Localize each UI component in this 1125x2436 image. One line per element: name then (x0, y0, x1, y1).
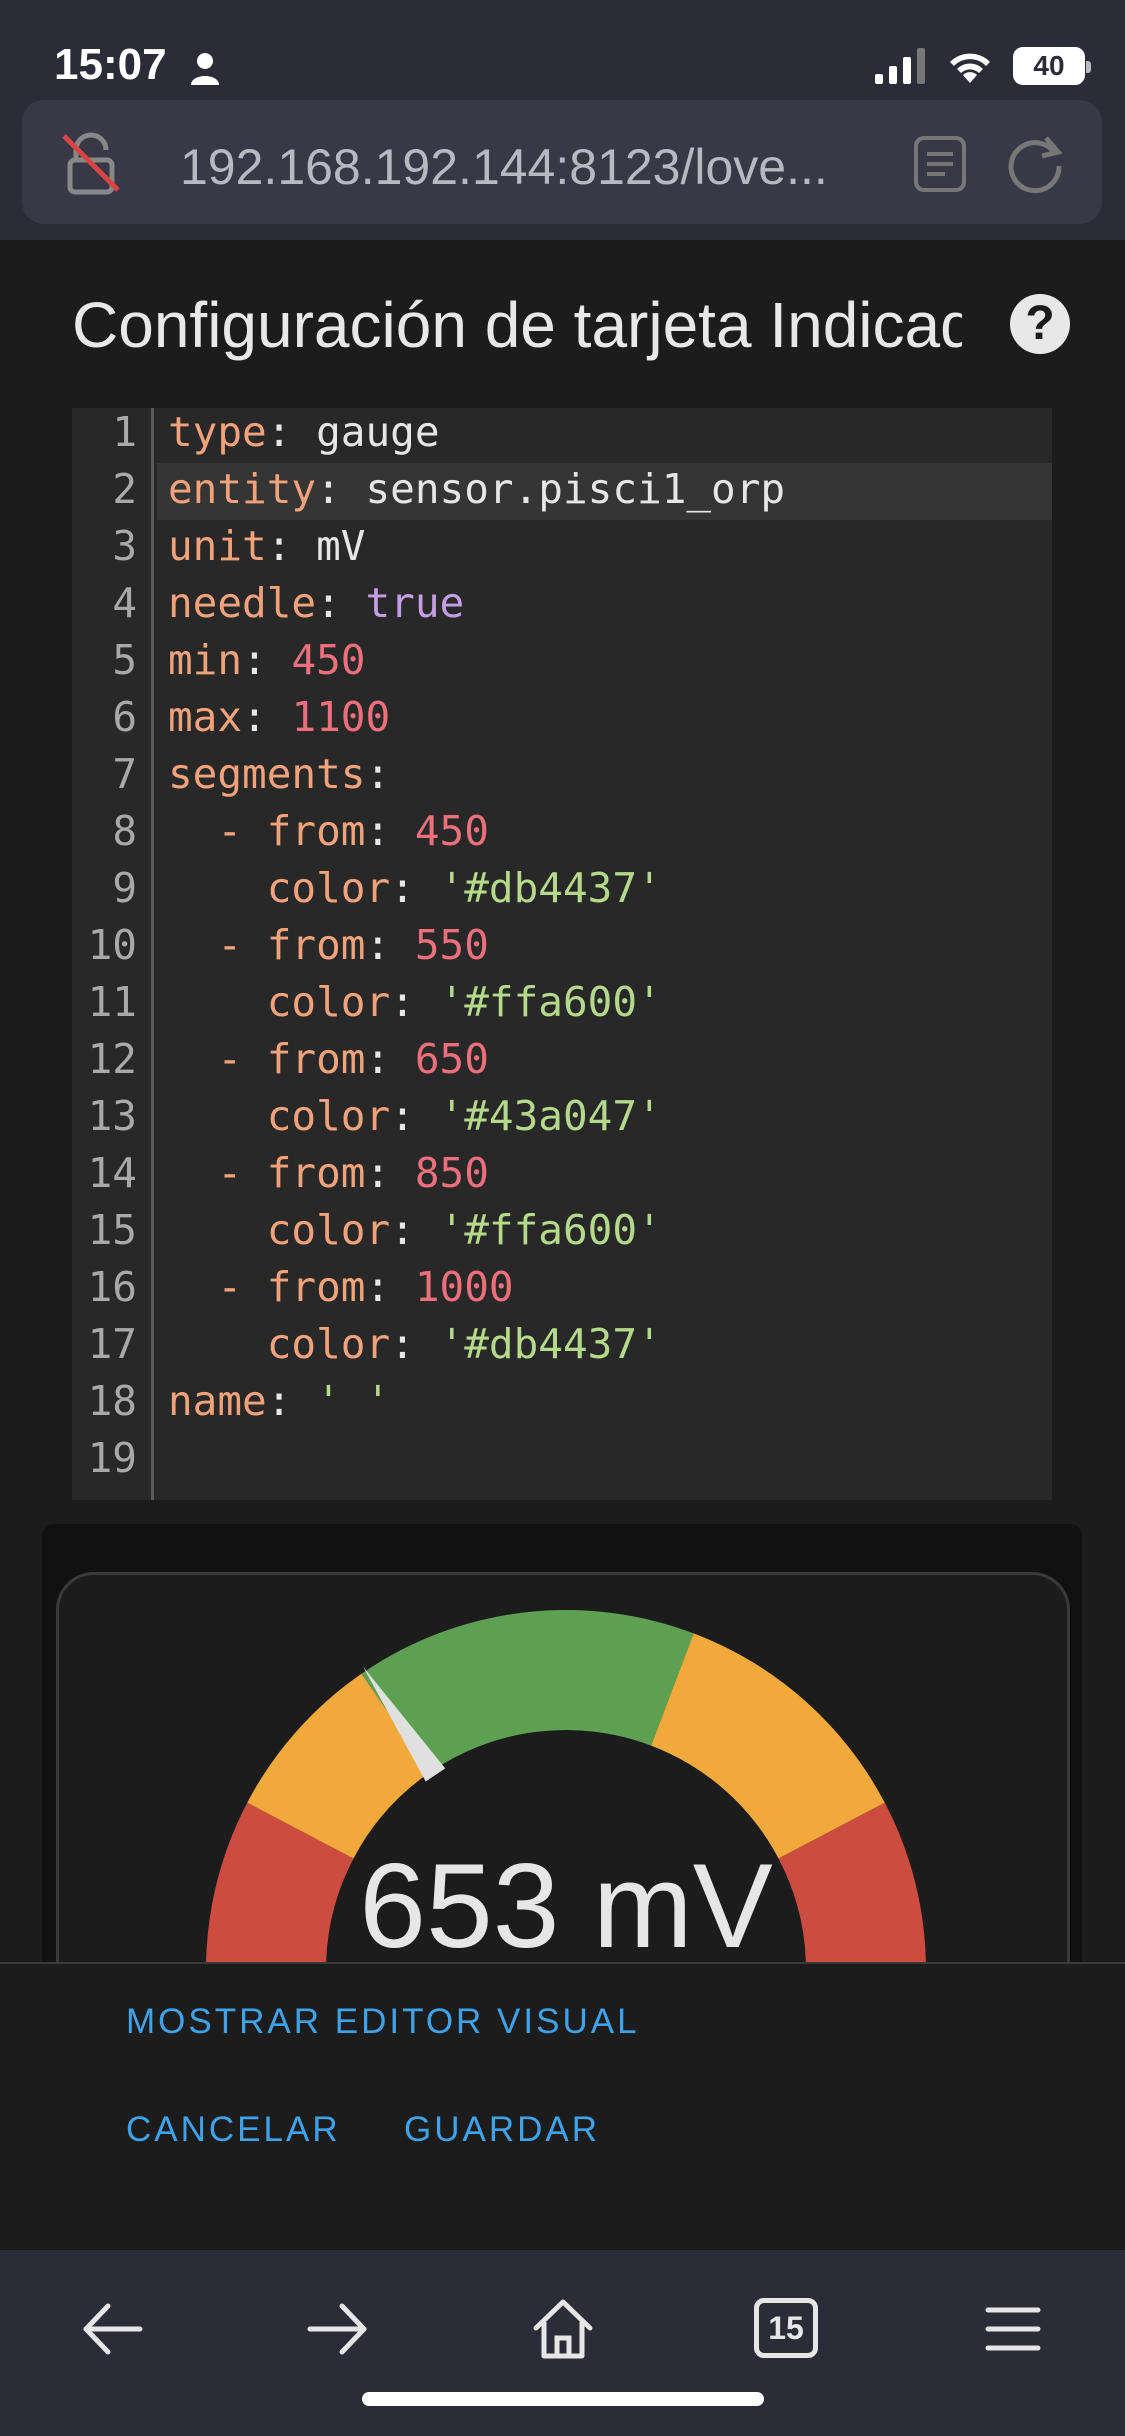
code-line: color: '#db4437' (266, 864, 662, 912)
line-number: 18 (87, 1377, 137, 1425)
menu-icon[interactable] (978, 2294, 1048, 2364)
address-bar[interactable]: 192.168.192.144:8123/love... (22, 100, 1102, 224)
code-line: - from: 550 (168, 921, 489, 969)
card-config-dialog: Configuración de tarjeta Indicador ? 1 2… (0, 240, 1125, 1962)
browser-toolbar: 192.168.192.144:8123/love... (0, 92, 1125, 240)
code-line: color: '#db4437' (266, 1320, 662, 1368)
code-line: - from: 650 (168, 1035, 489, 1083)
show-visual-editor-button[interactable]: MOSTRAR EDITOR VISUAL (126, 2002, 640, 2042)
code-line: - from: 1000 (168, 1263, 514, 1311)
line-number-gutter: 1 2 3 4 5 6 7 8 9 10 11 12 13 14 15 16 1… (72, 408, 154, 1500)
gauge-card[interactable]: 653 mV (56, 1572, 1070, 1962)
code-line: color: '#ffa600' (266, 978, 662, 1026)
dialog-title: Configuración de tarjeta Indicador (72, 289, 962, 361)
url-text[interactable]: 192.168.192.144:8123/love... (180, 138, 828, 196)
status-time: 15:07 (54, 40, 167, 89)
line-number: 19 (87, 1434, 137, 1482)
code-line: - from: 850 (168, 1149, 489, 1197)
line-number: 2 (112, 465, 137, 513)
code-line: name: ' ' (168, 1377, 391, 1425)
forward-arrow-icon[interactable] (302, 2294, 372, 2364)
gauge-value: 653 mV (359, 1839, 773, 1962)
line-number: 17 (87, 1320, 137, 1368)
save-button[interactable]: GUARDAR (404, 2110, 600, 2150)
code-line: segments: (168, 750, 391, 798)
code-line: max: 1100 (168, 693, 391, 741)
line-number: 11 (87, 978, 137, 1026)
line-number: 4 (112, 579, 137, 627)
code-line: needle: true (168, 579, 465, 627)
line-number: 10 (87, 921, 137, 969)
code-line: - from: 450 (168, 807, 489, 855)
code-line: type: gauge (168, 408, 440, 456)
line-number: 16 (87, 1263, 137, 1311)
line-number: 5 (112, 636, 137, 684)
yaml-code-editor[interactable]: 1 2 3 4 5 6 7 8 9 10 11 12 13 14 15 16 1… (72, 408, 1052, 1500)
line-number: 9 (112, 864, 137, 912)
line-number: 12 (87, 1035, 137, 1083)
line-number: 8 (112, 807, 137, 855)
reload-icon[interactable] (1002, 130, 1068, 196)
code-line: unit: mV (168, 522, 366, 570)
signal-icon (875, 48, 925, 84)
code-line: entity: sensor.pisci1_orp (168, 465, 786, 513)
person-icon (191, 53, 219, 85)
code-line: color: '#43a047' (266, 1092, 662, 1140)
dialog-actions: MOSTRAR EDITOR VISUAL CANCELAR GUARDAR (0, 1962, 1125, 2250)
line-number: 7 (112, 750, 137, 798)
line-number: 3 (112, 522, 137, 570)
help-icon[interactable]: ? (1010, 294, 1070, 354)
wifi-icon (950, 53, 990, 83)
code-line: min: 450 (168, 636, 366, 684)
status-indicators: 40 (875, 46, 1091, 86)
browser-bottom-bar: 15 (0, 2250, 1125, 2436)
home-icon[interactable] (528, 2294, 598, 2364)
line-number: 15 (87, 1206, 137, 1254)
line-number: 13 (87, 1092, 137, 1140)
code-line: color: '#ffa600' (266, 1206, 662, 1254)
insecure-lock-icon[interactable] (56, 128, 126, 198)
status-bar: 15:07 40 (0, 0, 1125, 92)
line-number: 1 (112, 408, 137, 456)
line-number: 14 (87, 1149, 137, 1197)
card-preview: 653 mV (42, 1524, 1082, 1962)
battery-level: 40 (1033, 50, 1065, 81)
line-number: 6 (112, 693, 137, 741)
reader-mode-icon[interactable] (912, 134, 968, 194)
cancel-button[interactable]: CANCELAR (126, 2110, 341, 2150)
battery-icon: 40 (1013, 47, 1091, 85)
home-indicator (362, 2392, 764, 2406)
tabs-button[interactable]: 15 (754, 2298, 818, 2358)
back-arrow-icon[interactable] (78, 2294, 148, 2364)
